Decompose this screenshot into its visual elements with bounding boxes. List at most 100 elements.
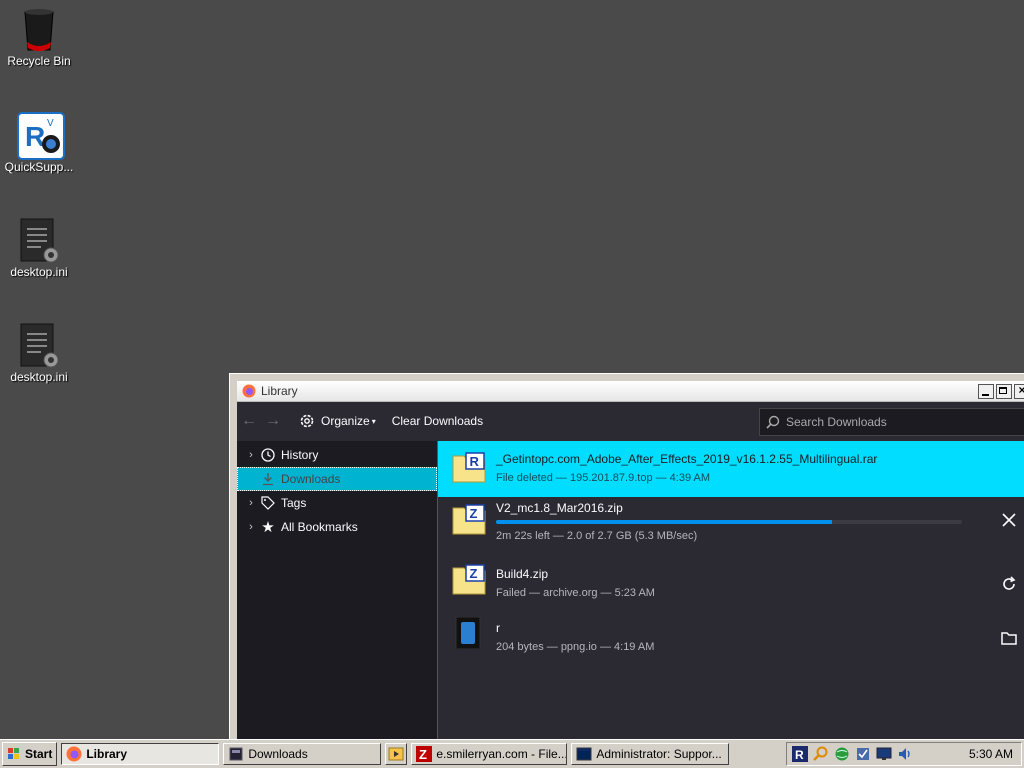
title-bar[interactable]: Library × [237, 381, 1024, 402]
minimize-icon [982, 393, 989, 396]
download-status: 2m 22s left — 2.0 of 2.7 GB (5.3 MB/sec) [496, 530, 698, 542]
window-frame: Library × ← → Organize ▾ Clear Downloads… [237, 381, 1024, 744]
progress-fill [496, 520, 832, 524]
settings-file-icon [17, 322, 61, 368]
window-title: Library [261, 384, 298, 398]
start-label: Start [25, 747, 53, 761]
download-item[interactable]: Z Build4.zip Failed — archive.org — 5:23… [438, 553, 1024, 609]
expand-arrow-icon[interactable]: › [243, 449, 259, 461]
sidebar-item-tags[interactable]: › Tags [237, 491, 437, 515]
clear-downloads-button[interactable]: Clear Downloads [392, 414, 483, 428]
desktop-icon-recycle-bin[interactable]: Recycle Bin [0, 6, 78, 68]
download-status: 204 bytes — ppng.io — 4:19 AM [496, 641, 655, 653]
sidebar-item-all-bookmarks[interactable]: › ★ All Bookmarks [237, 515, 437, 539]
download-item[interactable]: R _Getintopc.com_Adobe_After_Effects_201… [438, 441, 1024, 497]
expand-arrow-icon[interactable]: › [243, 497, 259, 509]
sidebar-item-history[interactable]: › History [237, 443, 437, 467]
library-window: Library × ← → Organize ▾ Clear Downloads… [229, 373, 1024, 745]
organize-label: Organize [321, 414, 370, 428]
start-flag-icon [8, 748, 19, 759]
download-filename: _Getintopc.com_Adobe_After_Effects_2019_… [496, 452, 878, 466]
svg-text:V: V [47, 118, 54, 129]
download-progress-bar [496, 520, 962, 524]
firefox-icon [66, 746, 82, 762]
search-placeholder: Search Downloads [786, 415, 887, 429]
download-icon [259, 470, 277, 488]
search-icon [766, 415, 780, 429]
desktop-icon-label: desktop.ini [10, 370, 68, 384]
desktop-icon-desktop-ini-1[interactable]: desktop.ini [0, 217, 78, 279]
desktop-icon-desktop-ini-2[interactable]: desktop.ini [0, 322, 78, 384]
arrow-right-icon: → [265, 412, 281, 429]
taskbar-item-downloads[interactable]: Downloads [223, 743, 382, 765]
file-icon [455, 617, 481, 649]
organize-menu-button[interactable]: Organize ▾ [299, 413, 376, 429]
system-tray: R 5:30 AM [786, 742, 1022, 766]
svg-text:Z: Z [419, 747, 427, 762]
retry-icon[interactable] [1000, 575, 1018, 593]
download-filename: r [496, 621, 500, 635]
system-clock[interactable]: 5:30 AM [969, 747, 1013, 761]
filezilla-icon: Z [416, 746, 433, 762]
chevron-down-icon: ▾ [371, 416, 376, 426]
firefox-icon [242, 384, 256, 398]
forward-button[interactable]: → [261, 412, 285, 430]
desktop-icon-label: QuickSupp... [4, 160, 74, 174]
rar-archive-icon: R [452, 452, 486, 483]
star-icon: ★ [261, 519, 275, 536]
taskbar-item-library[interactable]: Library [61, 743, 220, 765]
expand-arrow-icon[interactable]: › [243, 521, 259, 533]
network-globe-icon[interactable] [834, 746, 850, 762]
taskbar-item-media[interactable] [385, 743, 408, 765]
media-player-icon [388, 747, 404, 761]
monitor-icon[interactable] [876, 746, 892, 762]
downloads-list: R _Getintopc.com_Adobe_After_Effects_201… [438, 441, 1024, 744]
svg-text:R: R [25, 121, 45, 152]
desktop-icon-label: Recycle Bin [7, 54, 71, 68]
start-button[interactable]: Start [2, 742, 58, 766]
settings-file-icon [17, 217, 61, 263]
download-status: Failed — archive.org — 5:23 AM [496, 587, 655, 599]
volume-icon[interactable] [897, 746, 913, 762]
gear-icon [300, 414, 314, 428]
close-icon: × [1018, 382, 1024, 397]
back-button[interactable]: ← [237, 412, 261, 430]
library-sidebar: › History Downloads › Tags › ★ All Bookm… [237, 441, 438, 744]
minimize-button[interactable] [978, 383, 994, 399]
close-button[interactable]: × [1014, 382, 1024, 399]
download-status: File deleted — 195.201.87.9.top — 4:39 A… [496, 472, 711, 484]
folder-icon[interactable] [1000, 629, 1018, 647]
download-filename: Build4.zip [496, 567, 549, 581]
tag-icon [259, 494, 277, 512]
maximize-button[interactable] [996, 383, 1012, 399]
download-filename: V2_mc1.8_Mar2016.zip [496, 501, 623, 515]
quicksupport-icon: R V [17, 112, 65, 160]
library-toolbar: ← → Organize ▾ Clear Downloads Search Do [237, 402, 1024, 440]
svg-text:R: R [470, 454, 480, 469]
task-label: Administrator: Suppor... [596, 747, 722, 761]
task-label: Downloads [248, 747, 308, 761]
search-icon[interactable] [813, 746, 829, 762]
desktop-icon-quicksupport[interactable]: R V QuickSupp... [0, 112, 78, 174]
zip-archive-icon: Z [452, 564, 486, 595]
maximize-icon [999, 386, 1007, 394]
zip-archive-icon: Z [452, 504, 486, 535]
download-item[interactable]: r 204 bytes — ppng.io — 4:19 AM [438, 607, 1024, 663]
taskbar-item-filezilla[interactable]: Z e.smilerryan.com - File... [411, 743, 568, 765]
arrow-left-icon: ← [241, 412, 257, 429]
sidebar-item-label: Downloads [281, 472, 341, 486]
taskbar: Start Library Downloads Z e.smilerryan.c… [0, 739, 1024, 768]
sidebar-item-downloads[interactable]: Downloads [237, 467, 437, 491]
svg-text:R: R [795, 748, 804, 762]
taskbar-item-admin-console[interactable]: Administrator: Suppor... [571, 743, 730, 765]
security-icon[interactable] [855, 746, 871, 762]
search-downloads-input[interactable]: Search Downloads [759, 408, 1024, 436]
download-item[interactable]: Z V2_mc1.8_Mar2016.zip 2m 22s left — 2.0… [438, 493, 1024, 547]
desktop-icon-label: desktop.ini [10, 265, 68, 279]
clock-icon [259, 446, 277, 464]
remote-support-icon[interactable]: R [792, 746, 808, 762]
sidebar-item-label: All Bookmarks [281, 520, 358, 534]
cancel-icon[interactable] [1000, 511, 1018, 529]
task-label: Library [86, 747, 128, 761]
svg-text:Z: Z [470, 506, 478, 521]
